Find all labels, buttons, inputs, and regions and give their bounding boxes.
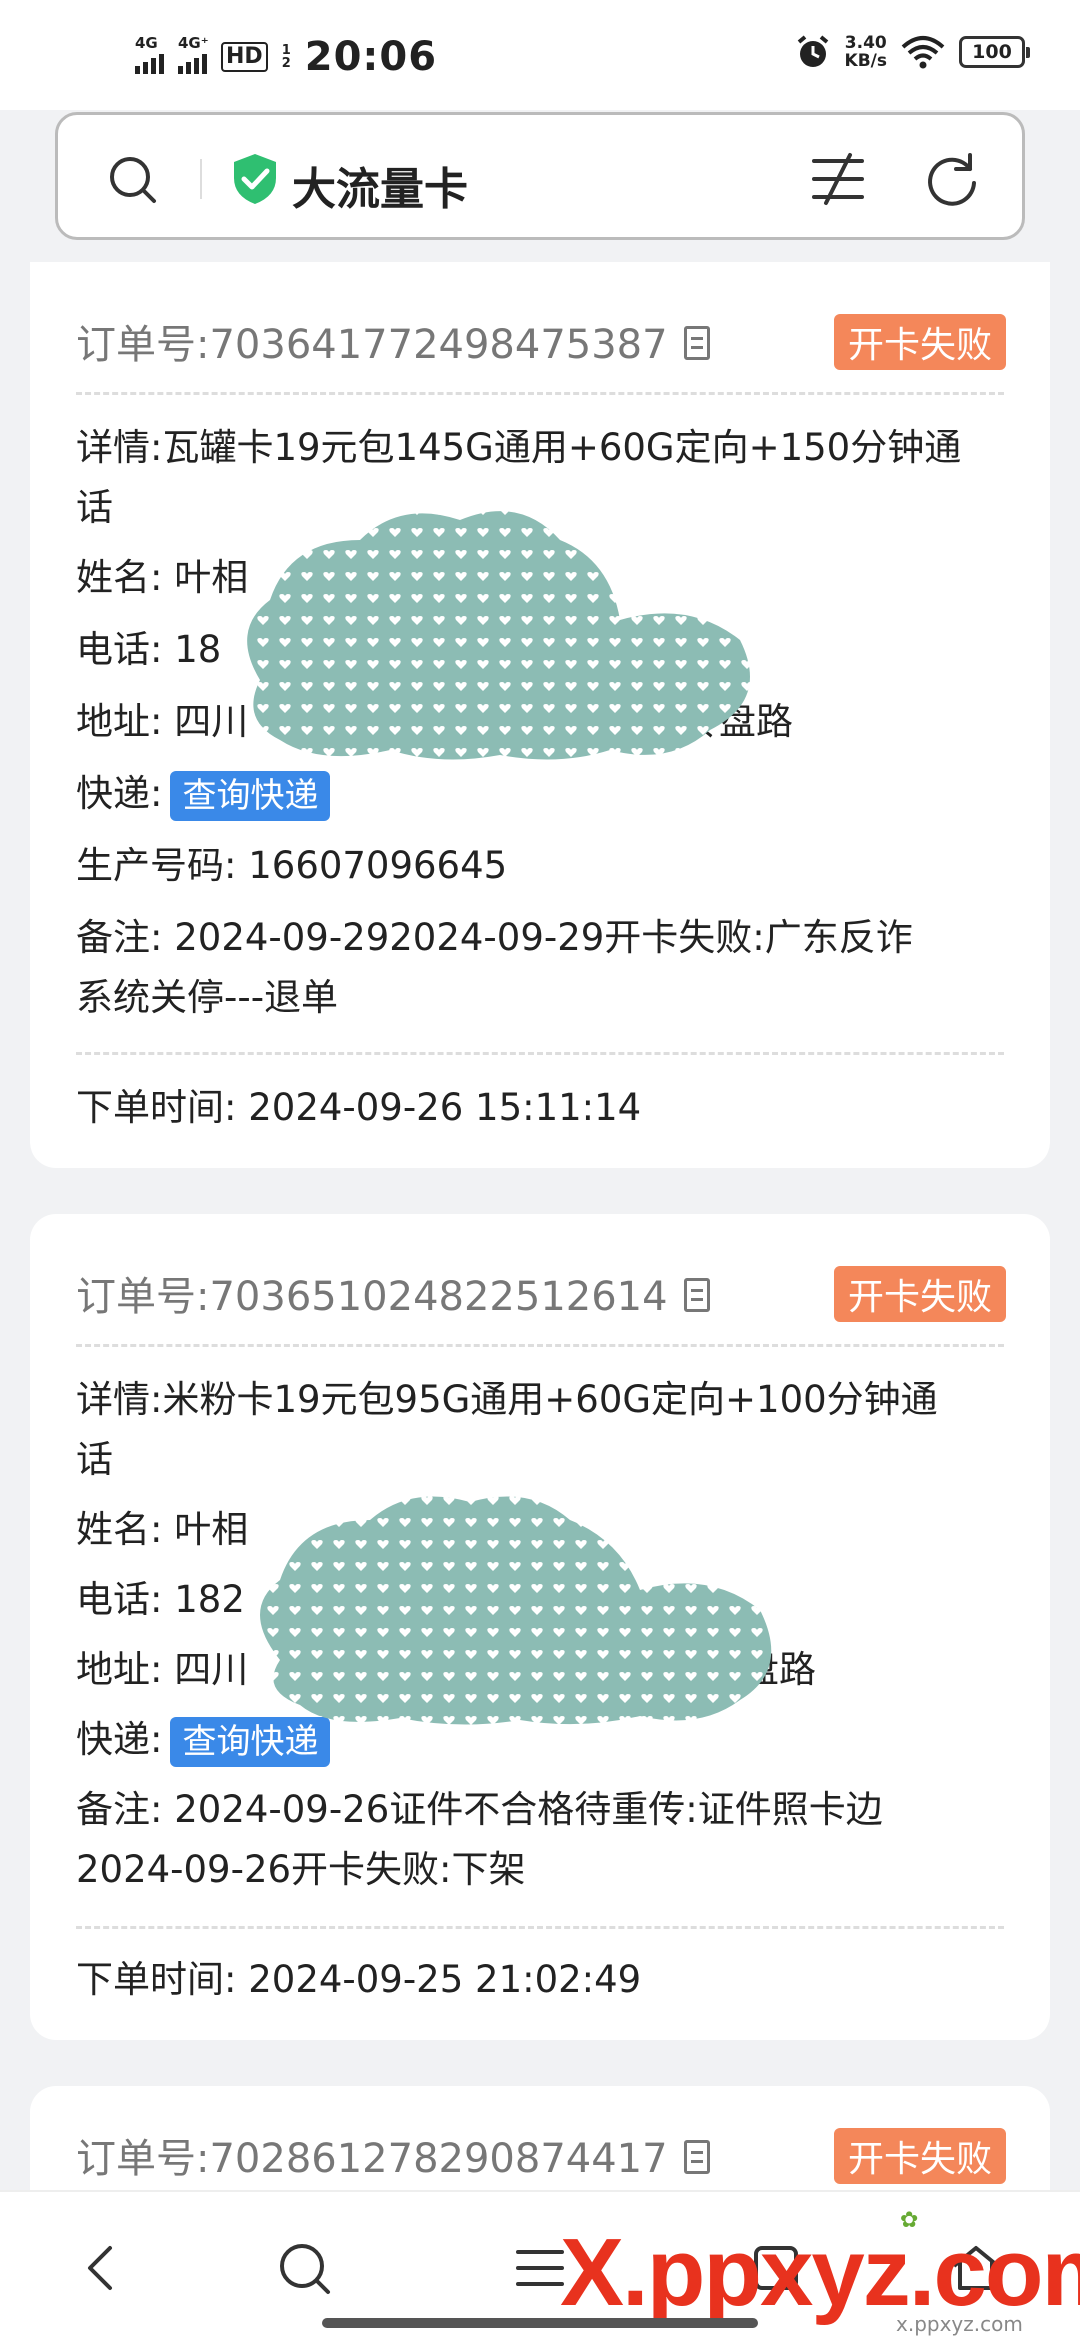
status-bar: 4G 4G⁺ HD 1 2 20:06 3.40 KB/s 100 [0,0,1080,110]
alarm-icon [797,35,828,67]
signal-1-icon: 4G [135,34,164,74]
address-start: 四川 [174,1648,249,1691]
order-number-label: 订单号: [76,2136,210,2182]
details-text: 瓦罐卡19元包145G通用+60G定向+150分钟通 [162,426,962,469]
filter-icon[interactable] [810,151,866,207]
copy-icon[interactable] [683,2140,710,2174]
speed-value: 3.40 [844,33,887,53]
production-number-label: 生产号码: [76,844,237,887]
details-wrap: 话 [76,1438,113,1481]
order-number-label: 订单号: [76,1274,210,1320]
name-label: 姓名: [76,556,163,599]
remark-row: 备注: 2024-09-292024-09-29开卡失败:广东反诈 [76,908,1016,968]
search-divider [200,159,202,199]
name-label: 姓名: [76,1508,163,1551]
search-icon[interactable] [106,153,158,205]
production-number: 16607096645 [248,844,508,887]
order-time-row: 下单时间: 2024-09-26 15:11:14 [76,1078,1016,1138]
remark-label: 备注: [76,1788,163,1831]
details-label: 详情: [76,426,163,469]
remark-wrap: 系统关停---退单 [76,976,339,1019]
speed-unit: KB/s [844,51,887,71]
remark-wrap: 2024-09-26开卡失败:下架 [76,1848,526,1891]
status-badge: 开卡失败 [833,1266,1006,1322]
details-label: 详情: [76,1378,163,1421]
divider [76,1052,1004,1055]
query-express-button[interactable]: 查询快递 [170,770,331,821]
hd-sim-numbers: 1 2 [282,44,291,70]
address-label: 地址: [76,700,163,743]
phone-label: 电话: [76,1578,163,1621]
order-number: 703651024822512614 [209,1274,668,1320]
signal-2-label: 4G⁺ [178,34,209,52]
network-speed: 3.40 KB/s [845,34,887,70]
divider [76,1926,1004,1929]
remark-text: 2024-09-26证件不合格待重传:证件照卡边 [174,1788,883,1831]
clock: 20:06 [304,34,438,80]
divider [76,1344,1004,1347]
refresh-icon[interactable] [924,151,980,207]
search-nav-icon[interactable] [274,2238,334,2298]
watermark-sub: x.ppxyz.com [896,2312,1023,2336]
hd-voice-icon: HD [221,42,268,72]
divider [76,392,1004,395]
address-label: 地址: [76,1648,163,1691]
signal-1-label: 4G [135,34,158,52]
order-card[interactable]: 订单号:703651024822512614 开卡失败 详情:米粉卡19元包95… [30,1214,1050,2040]
order-card[interactable]: 订单号:703641772498475387 开卡失败 详情:瓦罐卡19元包14… [30,262,1050,1168]
search-bar[interactable]: 大流量卡 [55,112,1025,240]
signal-2-icon: 4G⁺ [178,34,209,74]
remark-label: 备注: [76,916,163,959]
order-time-label: 下单时间: [76,1958,237,2001]
remark-row: 备注: 2024-09-26证件不合格待重传:证件照卡边 [76,1780,1016,1840]
wifi-icon [901,36,945,69]
order-number: 702861278290874417 [209,2136,668,2182]
order-number-label: 订单号: [76,322,210,368]
order-number-row: 订单号:703641772498475387 [76,312,710,370]
express-label: 快递: [76,772,163,815]
order-time-label: 下单时间: [76,1086,237,1129]
status-badge: 开卡失败 [833,314,1006,370]
production-number-row: 生产号码: 16607096645 [76,836,1016,896]
name-value: 叶相 [174,1508,249,1551]
search-title: 大流量卡 [292,164,468,215]
phone-value: 18 [174,628,222,671]
details-row: 详情:瓦罐卡19元包145G通用+60G定向+150分钟通 [76,418,1016,478]
copy-icon[interactable] [683,326,710,360]
order-time-row: 下单时间: 2024-09-25 21:02:49 [76,1950,1016,2010]
back-icon[interactable] [72,2238,132,2298]
hd-num-2: 2 [281,56,291,71]
redaction-blob [247,511,750,760]
order-number-row: 订单号:702861278290874417 [76,2126,710,2184]
details-text: 米粉卡19元包95G通用+60G定向+100分钟通 [162,1378,938,1421]
copy-icon[interactable] [683,1278,710,1312]
details-row: 详情:米粉卡19元包95G通用+60G定向+100分钟通 [76,1370,1016,1430]
redaction-blob [260,1496,772,1725]
status-badge: 开卡失败 [833,2128,1006,2184]
battery-icon: 100 [959,36,1030,68]
phone-value: 182 [174,1578,245,1621]
remark-text: 2024-09-292024-09-29开卡失败:广东反诈 [174,916,913,959]
phone-label: 电话: [76,628,163,671]
home-indicator[interactable] [322,2318,758,2328]
order-time: 2024-09-26 15:11:14 [248,1086,642,1129]
order-number: 703641772498475387 [209,322,668,368]
order-number-row: 订单号:703651024822512614 [76,1264,710,1322]
order-time: 2024-09-25 21:02:49 [248,1958,642,2001]
express-row: 快递: 查询快递 [76,764,1016,824]
shield-check-icon [234,154,276,204]
express-label: 快递: [76,1718,163,1761]
